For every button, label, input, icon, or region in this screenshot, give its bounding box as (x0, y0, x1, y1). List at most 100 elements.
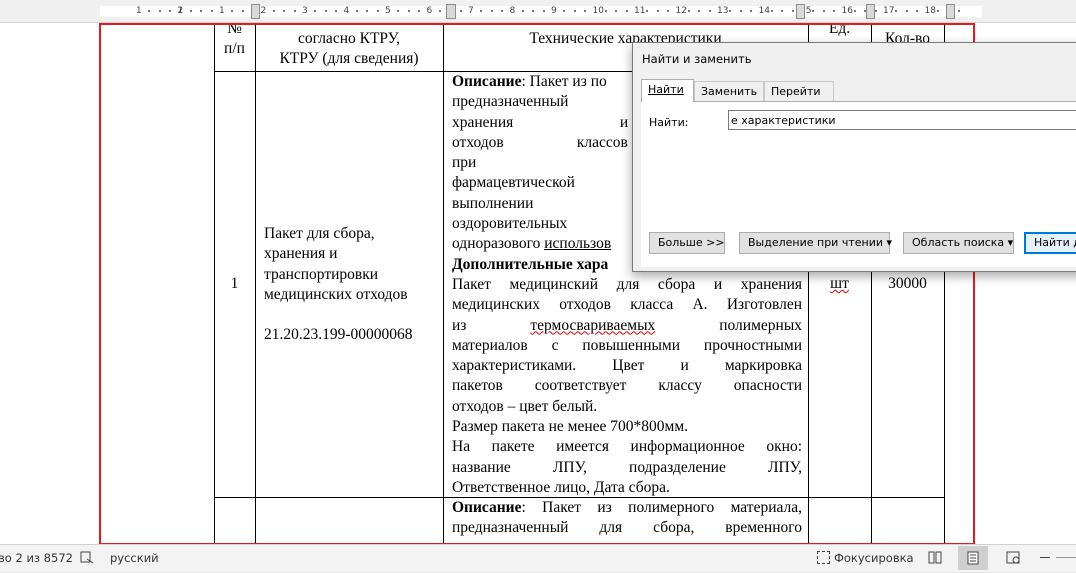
ruler-tick (158, 10, 161, 12)
ruler-tick (739, 10, 742, 12)
dropdown-arrow-icon: ▾ (886, 236, 893, 249)
ruler-tick (366, 10, 369, 12)
ruler-tick (200, 10, 203, 12)
ruler-tick (698, 10, 701, 12)
ruler-tick (376, 10, 379, 12)
ruler-tick (169, 10, 172, 12)
ruler-column-marker[interactable] (946, 4, 955, 19)
ruler-tick (324, 10, 327, 12)
ruler-tick (335, 10, 338, 12)
zoom-slider[interactable] (1056, 557, 1076, 558)
reading-highlight-button[interactable]: Выделение при чтении ▾ (739, 232, 893, 254)
ruler-tick (615, 10, 618, 12)
ruler-tick (625, 10, 628, 12)
ruler-tick (646, 10, 649, 12)
horizontal-ruler[interactable]: 1 2 1 1 2 3 4 5 6 7 8 9 10 11 12 13 14 15 16 17 18 (0, 0, 1076, 23)
ruler-label: 16 (841, 6, 853, 16)
ruler-tick (418, 10, 421, 12)
ruler-tick (521, 10, 524, 12)
zoom-out-icon[interactable] (1040, 557, 1050, 558)
ruler-tick (770, 10, 773, 12)
ruler-label: 7 (468, 6, 474, 16)
status-bar: во 2 из 8572 русский Фокусировка (0, 544, 1076, 572)
ruler-tick (853, 10, 856, 12)
find-input[interactable] (728, 110, 1076, 130)
ruler-tick (781, 10, 784, 12)
ruler-label: 10 (592, 6, 604, 16)
ruler-tick (241, 10, 244, 12)
ruler-tick (822, 10, 825, 12)
print-layout-icon[interactable] (958, 546, 988, 570)
ruler-column-marker[interactable] (251, 4, 260, 19)
tab-goto[interactable]: Перейти (764, 81, 834, 101)
ruler-indent-marker[interactable] (446, 4, 456, 19)
ruler-tick (397, 10, 400, 12)
focus-icon (817, 551, 830, 564)
ruler-label: 17 (883, 6, 895, 16)
find-label: Найти: (649, 116, 689, 129)
ruler-tick (687, 10, 690, 12)
dropdown-arrow-icon: ▾ (1007, 236, 1014, 249)
page-counter[interactable]: во 2 из 8572 (0, 551, 73, 565)
ruler-tick (957, 10, 960, 12)
ruler-tick (729, 10, 732, 12)
ruler-tick (916, 10, 919, 12)
tab-replace[interactable]: Заменить (694, 81, 764, 101)
read-mode-icon[interactable] (928, 551, 942, 567)
find-next-button[interactable]: Найти далее (1024, 232, 1076, 254)
ruler-tick (210, 10, 213, 12)
ruler-tick (501, 10, 504, 12)
ruler-tick (573, 10, 576, 12)
ruler-tick (656, 10, 659, 12)
dialog-title: Найти и заменить (642, 52, 752, 66)
ruler-label: 12 (675, 6, 687, 16)
ruler-label: 14 (758, 6, 770, 16)
ruler-label: 18 (924, 6, 936, 16)
ruler-tick (231, 10, 234, 12)
ruler-label: 2 (260, 6, 267, 16)
ruler-tick (407, 10, 410, 12)
web-layout-icon[interactable] (1006, 551, 1021, 568)
ruler-tick (314, 10, 317, 12)
find-replace-dialog[interactable]: Найти и заменить Найти Заменить Перейти … (632, 42, 1076, 272)
focus-mode-button[interactable]: Фокусировка (817, 551, 914, 565)
tab-find[interactable]: Найти (641, 79, 694, 102)
ruler-label: 13 (717, 6, 729, 16)
ruler-tick (563, 10, 566, 12)
ruler-tick (895, 10, 898, 12)
ruler-tick (189, 10, 192, 12)
ruler-tick (584, 10, 587, 12)
more-button[interactable]: Больше >> (649, 232, 725, 254)
ruler-tick (708, 10, 711, 12)
ruler-label: 4 (343, 6, 350, 16)
find-in-button[interactable]: Область поиска ▾ (903, 232, 1014, 254)
ruler-column-marker[interactable] (866, 4, 875, 19)
ruler-tick (542, 10, 545, 12)
ruler-label: 8 (509, 6, 516, 16)
ruler-tick (812, 10, 815, 12)
ruler-tick (791, 10, 794, 12)
ruler-tick (148, 10, 151, 12)
ruler-label: 11 (634, 6, 646, 16)
ruler-label: 1 (219, 6, 225, 16)
proofing-icon[interactable] (80, 551, 94, 567)
ruler-tick (905, 10, 908, 12)
ruler-column-marker[interactable] (796, 4, 805, 19)
ruler-tick (480, 10, 483, 12)
ruler-label: 6 (426, 6, 433, 16)
ruler-tick (667, 10, 670, 12)
ruler-tick (272, 10, 275, 12)
ruler-tick (355, 10, 358, 12)
ruler-tick (459, 10, 462, 12)
ruler-tick (283, 10, 286, 12)
ruler-label: 3 (302, 6, 308, 16)
ruler-label: 1 (177, 6, 184, 16)
ruler-tick (750, 10, 753, 12)
ruler-tick (532, 10, 535, 12)
ruler-tick (833, 10, 836, 12)
ruler-label: 5 (385, 6, 391, 16)
ruler-label: 9 (551, 6, 557, 16)
language-indicator[interactable]: русский (110, 551, 159, 565)
ruler-tick (604, 10, 607, 12)
ruler-label: 1 (136, 6, 142, 16)
